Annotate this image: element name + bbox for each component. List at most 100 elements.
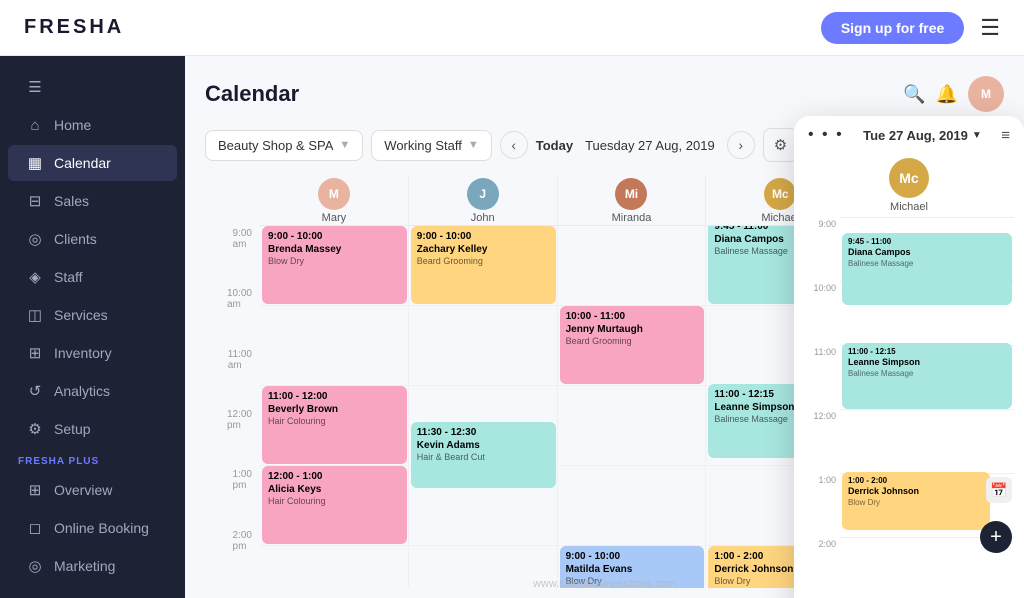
sidebar-label-analytics: Analytics (54, 383, 110, 399)
sidebar-item-sales[interactable]: ⊟ Sales (8, 183, 177, 219)
sidebar-item-overview[interactable]: ⊞ Overview (8, 472, 177, 508)
appointment-7[interactable]: 12:00 - 1:00 Alicia Keys Hair Colouring (262, 466, 407, 544)
sidebar-item-staff[interactable]: ◈ Staff (8, 259, 177, 295)
m-time-14: 2:00 (804, 537, 840, 598)
appt-name-5: Kevin Adams (417, 439, 550, 452)
next-button[interactable]: › (727, 131, 755, 159)
mobile-appt-diana[interactable]: 9:45 - 11:00 Diana Campos Balinese Massa… (842, 233, 1012, 305)
sidebar-item-services[interactable]: ◫ Services (8, 297, 177, 333)
appt-time-0: 9:00 - 10:00 (268, 230, 401, 243)
m-appt-derrick-name: Derrick Johnson (848, 486, 984, 498)
time-slot-12: 12:00pm (205, 407, 260, 467)
sidebar-item-inventory[interactable]: ⊞ Inventory (8, 335, 177, 371)
appt-service-7: Hair Colouring (268, 496, 401, 508)
cell-miranda-12 (558, 466, 707, 545)
hamburger-icon[interactable]: ☰ (980, 15, 1000, 41)
clients-icon: ◎ (26, 230, 44, 248)
calendar-title: Calendar (205, 81, 299, 107)
sidebar-item-clients[interactable]: ◎ Clients (8, 221, 177, 257)
sidebar-item-calendar[interactable]: ▦ Calendar (8, 145, 177, 181)
user-avatar: M (968, 76, 1004, 112)
sidebar-label-booking: Online Booking (54, 520, 149, 536)
sidebar: ☰ ⌂ Home ▦ Calendar ⊟ Sales ◎ Clients ◈ … (0, 56, 185, 598)
services-icon: ◫ (26, 306, 44, 324)
calendar-header: Calendar 🔍 🔔 M (205, 76, 1004, 112)
fresha-plus-label: FRESHA PLUS (18, 456, 167, 467)
sidebar-label-staff: Staff (54, 269, 83, 285)
signup-button[interactable]: Sign up for free (821, 12, 964, 44)
staff-dropdown[interactable]: Working Staff ▼ (371, 130, 491, 161)
time-column: 9:00am 10:00am 11:00am 12:00pm 1:00pm 2:… (205, 176, 260, 588)
m-time-12: 12:00 (804, 409, 840, 473)
mobile-header: • • • Tue 27 Aug, 2019 ▼ ≡ (794, 116, 1024, 150)
date-label: Tuesday 27 Aug, 2019 (585, 138, 715, 153)
time-slot-11: 11:00am (205, 347, 260, 407)
appt-time-1: 9:00 - 10:00 (417, 230, 550, 243)
mobile-avatar: Mc (889, 158, 929, 198)
avatar-mary: M (318, 178, 350, 210)
watermark: www.salonbusinessboss.com (533, 578, 676, 590)
sidebar-item-home[interactable]: ⌂ Home (8, 107, 177, 143)
notification-button[interactable]: 🔔 (936, 84, 958, 105)
appointment-0[interactable]: 9:00 - 10:00 Brenda Massey Blow Dry (262, 226, 407, 304)
home-icon: ⌂ (26, 116, 44, 134)
settings-button[interactable]: ⚙ (763, 128, 798, 162)
mobile-fab-button[interactable]: + (980, 521, 1012, 553)
mobile-appt-derrick[interactable]: 1:00 - 2:00 Derrick Johnson Blow Dry (842, 472, 990, 530)
today-button[interactable]: Today (536, 138, 573, 153)
shop-dropdown[interactable]: Beauty Shop & SPA ▼ (205, 130, 363, 161)
analytics-icon: ↺ (26, 382, 44, 400)
m-time-10: 10:00 (804, 281, 840, 345)
calendar-icon: ▦ (26, 154, 44, 172)
sidebar-label-sales: Sales (54, 193, 89, 209)
avatar-miranda: Mi (615, 178, 647, 210)
staff-dropdown-label: Working Staff (384, 138, 462, 153)
cell-mary-13 (260, 546, 409, 588)
sidebar-item-card[interactable]: ▭ Card Processing (8, 586, 177, 598)
menu-icon: ☰ (26, 78, 44, 96)
sidebar-label-clients: Clients (54, 231, 97, 247)
mobile-appt-leanne[interactable]: 11:00 - 12:15 Leanne Simpson Balinese Ma… (842, 343, 1012, 409)
time-slot-9: 9:00am (205, 226, 260, 286)
appt-name-9: Matilda Evans (566, 563, 699, 576)
m-time-13: 1:00 (804, 473, 840, 537)
appt-time-4: 11:00 - 12:00 (268, 390, 401, 403)
sidebar-item-analytics[interactable]: ↺ Analytics (8, 373, 177, 409)
staff-col-john: J John (409, 176, 558, 225)
appt-service-2: Beard Grooming (566, 336, 699, 348)
sidebar-item-setup[interactable]: ⚙ Setup (8, 411, 177, 447)
sidebar-item-menu[interactable]: ☰ (8, 69, 177, 105)
sidebar-label-calendar: Calendar (54, 155, 111, 171)
appt-service-5: Hair & Beard Cut (417, 452, 550, 464)
cell-miranda-11 (558, 386, 707, 465)
sales-icon: ⊟ (26, 192, 44, 210)
sidebar-label-marketing: Marketing (54, 558, 115, 574)
staff-col-miranda: Mi Miranda (558, 176, 707, 225)
staff-name-miranda: Miranda (612, 212, 652, 224)
m-hr-4 (840, 409, 1014, 473)
appt-service-0: Blow Dry (268, 256, 401, 268)
appointment-4[interactable]: 11:00 - 12:00 Beverly Brown Hair Colouri… (262, 386, 407, 464)
cell-john-10 (409, 306, 558, 385)
mobile-appt-action-icon[interactable]: 📅 (986, 477, 1012, 503)
m-appt-derrick-service: Blow Dry (848, 498, 984, 508)
overview-icon: ⊞ (26, 481, 44, 499)
prev-button[interactable]: ‹ (500, 131, 528, 159)
mobile-user-row: Mc Michael (794, 150, 1024, 217)
main-layout: ☰ ⌂ Home ▦ Calendar ⊟ Sales ◎ Clients ◈ … (0, 56, 1024, 598)
mobile-user-name: Michael (890, 201, 928, 213)
appointment-1[interactable]: 9:00 - 10:00 Zachary Kelley Beard Groomi… (411, 226, 556, 304)
appointment-5[interactable]: 11:30 - 12:30 Kevin Adams Hair & Beard C… (411, 422, 556, 488)
appt-time-9: 9:00 - 10:00 (566, 550, 699, 563)
top-nav: FRESHA Sign up for free ☰ (0, 0, 1024, 56)
sidebar-item-marketing[interactable]: ◎ Marketing (8, 548, 177, 584)
sidebar-label-inventory: Inventory (54, 345, 112, 361)
mobile-filter-icon[interactable]: ≡ (1001, 127, 1010, 144)
m-time-11: 11:00 (804, 345, 840, 409)
search-button[interactable]: 🔍 (903, 84, 925, 105)
main-content: Calendar 🔍 🔔 M Beauty Shop & SPA ▼ Worki… (185, 56, 1024, 598)
appointment-2[interactable]: 10:00 - 11:00 Jenny Murtaugh Beard Groom… (560, 306, 705, 384)
cell-miranda-9 (558, 226, 707, 305)
sidebar-item-booking[interactable]: ◻ Online Booking (8, 510, 177, 546)
sidebar-label-services: Services (54, 307, 108, 323)
